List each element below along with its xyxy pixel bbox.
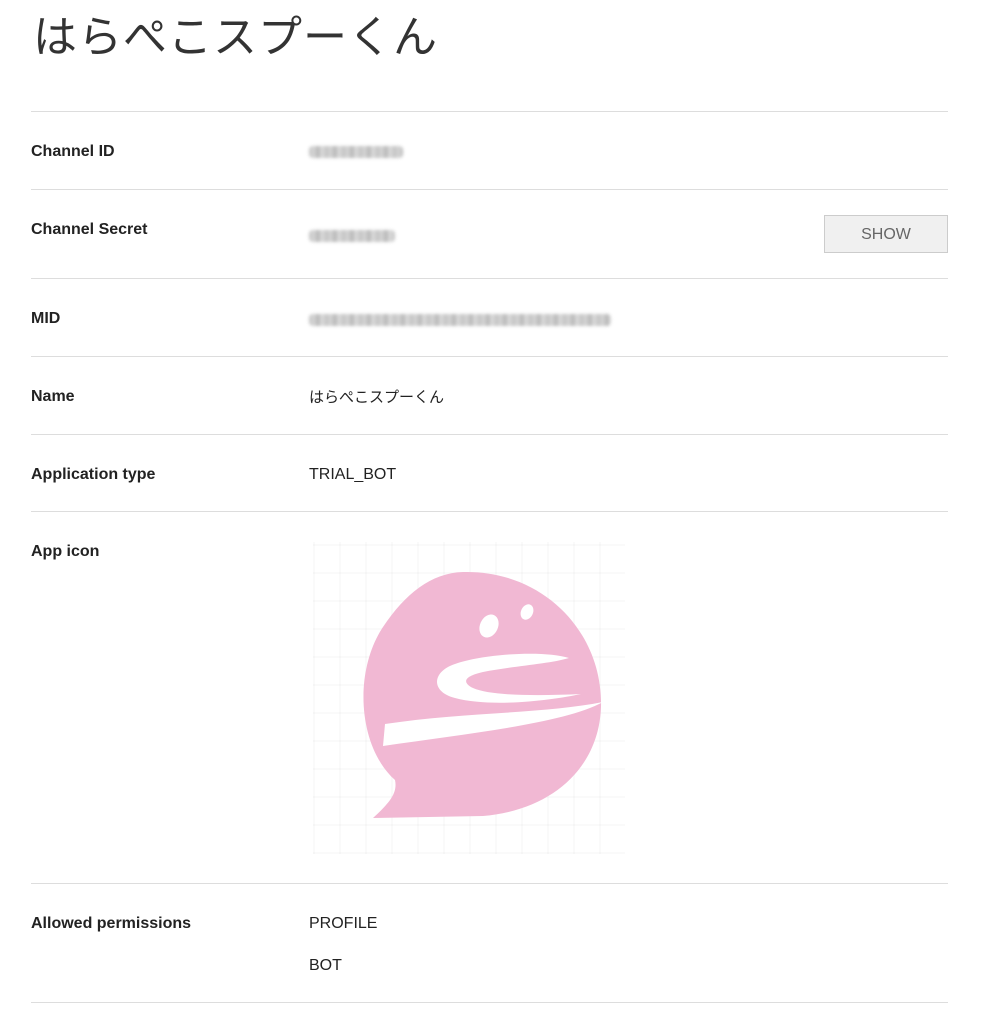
channel-secret-value-masked bbox=[309, 230, 395, 242]
permission-item-bot: BOT bbox=[309, 957, 342, 974]
name-row: Name はらぺこスプーくん bbox=[31, 357, 948, 435]
mid-row: MID bbox=[31, 279, 948, 357]
channel-id-value-redacted bbox=[309, 146, 403, 158]
allowed-permissions-label: Allowed permissions bbox=[31, 915, 192, 932]
application-type-label: Application type bbox=[31, 466, 156, 483]
app-icon-row: App icon bbox=[31, 512, 948, 884]
mid-value-redacted bbox=[309, 314, 611, 326]
permission-item-profile: PROFILE bbox=[309, 915, 378, 932]
mid-label: MID bbox=[31, 310, 61, 327]
allowed-permissions-row: Allowed permissions PROFILE BOT bbox=[31, 884, 948, 1003]
channel-secret-label: Channel Secret bbox=[31, 221, 148, 238]
permissions-list: PROFILE BOT bbox=[309, 915, 377, 999]
page-title: はらぺこスプーくん bbox=[33, 12, 438, 63]
application-type-row: Application type TRIAL_BOT bbox=[31, 435, 948, 512]
name-value: はらぺこスプーくん bbox=[309, 388, 445, 406]
name-label: Name bbox=[31, 388, 75, 405]
channel-info-table: Channel ID Channel Secret SHOW MID Name … bbox=[31, 111, 948, 1003]
channel-id-row: Channel ID bbox=[31, 112, 948, 190]
pink-speech-bubble-s-logo-icon bbox=[313, 542, 625, 854]
application-type-value: TRIAL_BOT bbox=[309, 466, 397, 483]
channel-id-label: Channel ID bbox=[31, 143, 115, 160]
app-icon-label: App icon bbox=[31, 543, 100, 560]
channel-secret-row: Channel Secret SHOW bbox=[31, 190, 948, 279]
show-secret-button[interactable]: SHOW bbox=[824, 215, 948, 253]
